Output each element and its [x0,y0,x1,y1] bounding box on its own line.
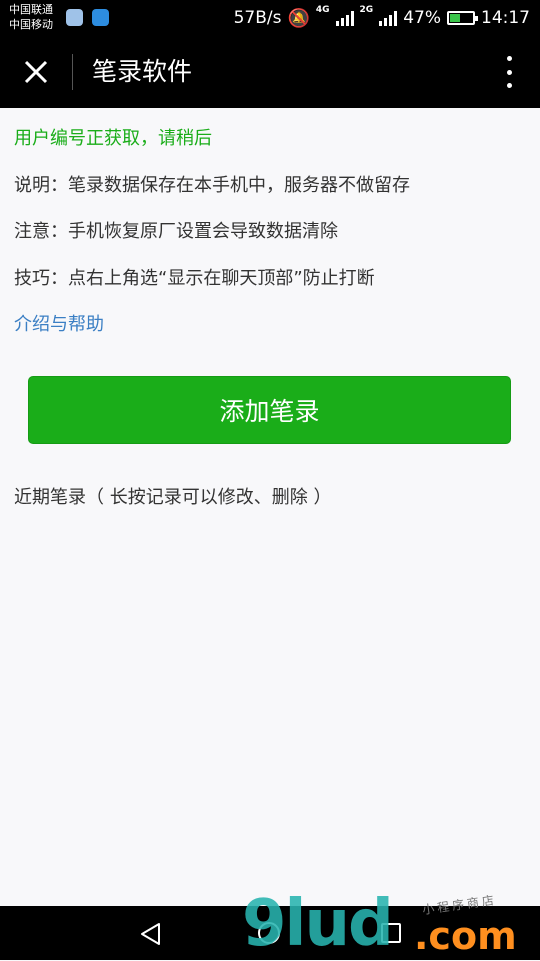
close-icon [24,60,48,84]
network-type-1: 4G [315,5,330,15]
info-tip: 技巧：点右上角选“显示在聊天顶部”防止打断 [14,268,375,289]
battery-percent: 47% [403,8,441,28]
signal-icon-1 [335,10,354,26]
info-notice: 注意：手机恢复原厂设置会导致数据清除 [14,221,338,242]
network-speed: 57B/s [233,8,282,28]
location-app-icon [92,9,109,26]
page-title: 笔录软件 [92,57,193,86]
help-link[interactable]: 介绍与帮助 [14,310,104,336]
signal-icon-2 [379,10,398,26]
mute-icon: 🔕 [287,7,310,29]
close-button[interactable] [18,54,54,90]
title-divider [72,54,73,90]
back-button[interactable] [138,921,164,951]
recent-records-label: 近期笔录（ 长按记录可以修改、删除 ） [14,487,332,508]
add-record-button[interactable]: 添加笔录 [28,376,511,444]
more-icon [506,56,512,61]
site-watermark: 9lud .com 小程序商店 [242,887,517,961]
notification-app-icon [66,9,83,26]
status-bar: 中国联通 中国移动 57B/s 🔕 4G 2G 47% 14:17 [0,0,540,36]
carrier-2: 中国移动 [9,18,53,31]
status-message: 用户编号正获取，请稍后 [14,128,212,149]
battery-icon [447,11,478,25]
watermark-domain: .com [414,914,517,958]
carrier-info: 中国联通 中国移动 [9,2,53,32]
title-bar: 笔录软件 [0,36,540,108]
carrier-1: 中国联通 [9,3,53,16]
back-triangle-icon [141,923,160,945]
network-type-2: 2G [359,5,374,15]
clock: 14:17 [481,8,530,28]
info-description: 说明：笔录数据保存在本手机中，服务器不做留存 [14,175,410,196]
more-menu-button[interactable] [504,56,514,88]
watermark-logo: 9lud [242,887,394,961]
